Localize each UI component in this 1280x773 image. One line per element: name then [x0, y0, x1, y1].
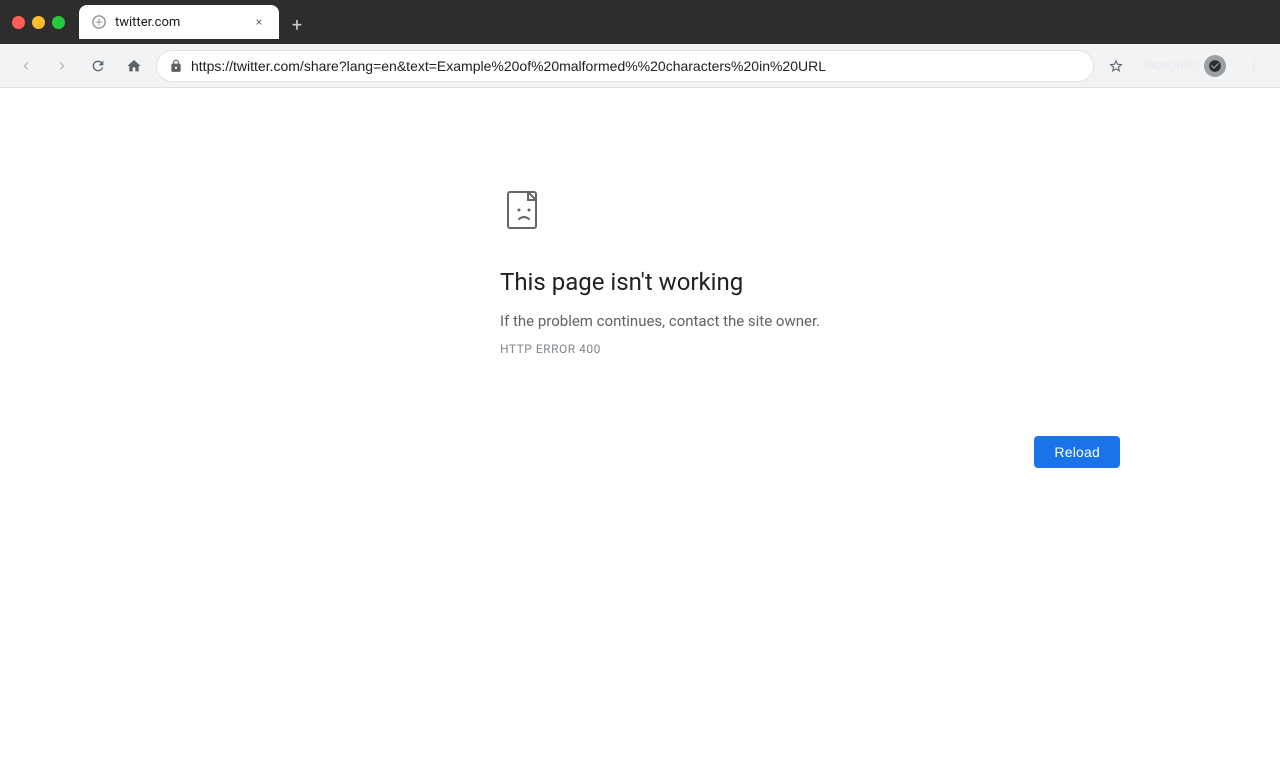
error-description: If the problem continues, contact the si…: [500, 312, 820, 330]
reload-button[interactable]: Reload: [1034, 436, 1120, 468]
tab-favicon: [91, 14, 107, 30]
title-bar: twitter.com × +: [0, 0, 1280, 44]
close-tab-button[interactable]: ×: [251, 14, 267, 30]
browser-menu-button[interactable]: [1240, 52, 1268, 80]
browser-frame: twitter.com × +: [0, 0, 1280, 773]
error-icon: [500, 188, 548, 240]
address-input[interactable]: [191, 58, 1081, 74]
error-title: This page isn't working: [500, 268, 743, 296]
incognito-label: Incognito: [1144, 58, 1198, 73]
error-container: This page isn't working If the problem c…: [500, 188, 1120, 468]
tab-title: twitter.com: [115, 15, 243, 30]
close-window-button[interactable]: [12, 16, 25, 29]
lock-icon: [169, 59, 183, 73]
home-button[interactable]: [120, 52, 148, 80]
active-tab[interactable]: twitter.com ×: [79, 5, 279, 39]
incognito-badge[interactable]: Incognito: [1134, 51, 1236, 81]
incognito-icon: [1204, 55, 1226, 77]
traffic-lights: [12, 16, 65, 29]
bookmark-button[interactable]: [1102, 52, 1130, 80]
address-bar-wrapper[interactable]: [156, 50, 1094, 82]
new-tab-button[interactable]: +: [283, 11, 311, 39]
error-code: HTTP ERROR 400: [500, 342, 601, 356]
nav-right: Incognito: [1102, 51, 1268, 81]
minimize-window-button[interactable]: [32, 16, 45, 29]
tab-bar: twitter.com × +: [79, 5, 1268, 39]
reload-button[interactable]: [84, 52, 112, 80]
maximize-window-button[interactable]: [52, 16, 65, 29]
back-button[interactable]: [12, 52, 40, 80]
nav-bar: Incognito: [0, 44, 1280, 88]
reload-btn-wrapper: Reload: [500, 436, 1120, 468]
forward-button[interactable]: [48, 52, 76, 80]
page-content: This page isn't working If the problem c…: [0, 88, 1280, 773]
